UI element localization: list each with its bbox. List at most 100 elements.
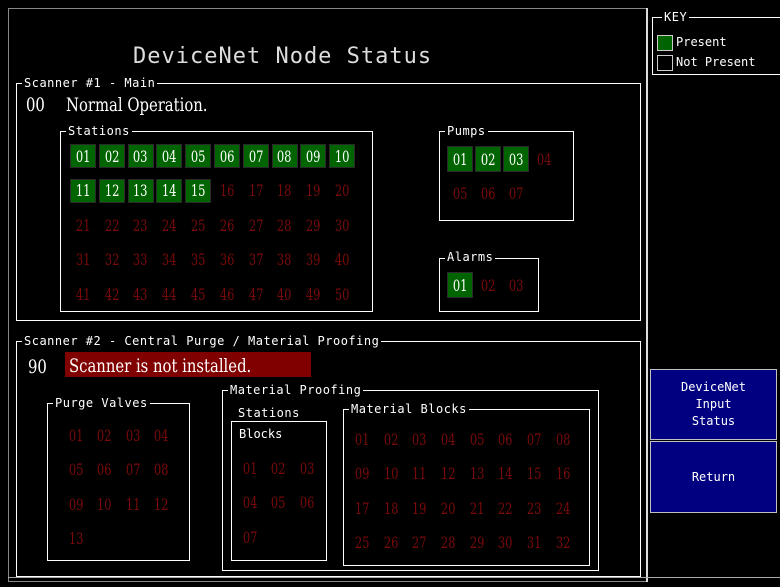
station-node-absent: 43 [133, 284, 148, 304]
purge-valve-node-absent: 01 [68, 425, 84, 445]
material-block-node-absent: 11 [412, 464, 427, 483]
stations-blocks-label-line1: Stations [236, 406, 302, 420]
station-node-present: 01 [70, 144, 96, 168]
station-node-absent: 44 [162, 284, 177, 304]
purge-valve-node-absent: 10 [97, 494, 112, 514]
scanner1-code: 00 [26, 94, 45, 116]
scanner2-code: 90 [28, 356, 47, 378]
return-label: Return [691, 469, 736, 484]
pump-node-present: 03 [503, 146, 529, 172]
station-node-absent: 46 [219, 284, 235, 304]
screen-right-divider [646, 8, 648, 582]
material-block-node-absent: 10 [383, 464, 399, 483]
material-block-node-absent: 05 [469, 429, 485, 449]
purge-valve-node-absent: 07 [125, 460, 141, 479]
alarm-node-absent: 03 [508, 275, 524, 295]
return-button[interactable]: Return [650, 441, 777, 513]
scanner2-label: Scanner #2 - Central Purge / Material Pr… [22, 334, 382, 348]
station-node-absent: 27 [248, 215, 264, 235]
input-status-line2: Input [695, 397, 732, 411]
station-node-absent: 32 [104, 250, 120, 269]
material-block-node-absent: 12 [440, 464, 456, 483]
station-node-absent: 38 [277, 250, 292, 269]
pump-node-absent: 07 [508, 183, 524, 203]
material-block-node-absent: 13 [469, 464, 485, 483]
station-node-absent: 35 [190, 250, 206, 269]
station-node-absent: 37 [248, 250, 264, 269]
purge-valve-node-absent: 12 [154, 494, 169, 514]
material-block-node-absent: 02 [383, 429, 399, 449]
alarm-node-present: 01 [447, 272, 473, 298]
pump-node-present: 02 [475, 146, 501, 172]
station-node-absent: 50 [334, 284, 350, 304]
key-label: KEY [662, 10, 690, 24]
material-block-node-absent: 20 [440, 498, 456, 518]
station-node-present: 02 [98, 144, 125, 168]
stations-block-node-absent: 06 [299, 493, 315, 512]
station-node-absent: 23 [133, 215, 148, 235]
material-block-node-absent: 19 [412, 498, 427, 518]
purge-valve-node-absent: 13 [68, 529, 84, 548]
material-proofing-label: Material Proofing [228, 383, 364, 397]
station-node-absent: 21 [75, 215, 91, 235]
material-block-node-absent: 01 [354, 429, 370, 449]
material-block-node-absent: 23 [526, 498, 542, 518]
screen-bottom-line [8, 577, 780, 578]
material-block-node-absent: 28 [440, 533, 456, 552]
station-node-absent: 17 [248, 181, 264, 200]
station-node-absent: 18 [277, 181, 292, 200]
material-block-node-absent: 27 [412, 533, 427, 552]
station-node-present: 12 [98, 178, 125, 203]
station-node-absent: 25 [190, 215, 206, 235]
station-node-absent: 45 [190, 284, 206, 304]
material-block-node-absent: 09 [354, 464, 370, 483]
station-node-absent: 20 [334, 181, 350, 200]
station-node-absent: 31 [75, 250, 91, 269]
purge-valve-node-absent: 02 [97, 425, 112, 445]
stations-blocks-label-line2: Blocks [239, 427, 283, 441]
stations-block-node-absent: 01 [242, 458, 258, 478]
material-block-node-absent: 25 [354, 533, 370, 552]
material-block-node-absent: 04 [440, 429, 456, 449]
alarms-label: Alarms [445, 250, 496, 264]
station-node-present: 06 [214, 144, 240, 168]
station-node-present: 14 [156, 178, 183, 203]
pumps-label: Pumps [445, 124, 488, 138]
stations-block-node-absent: 05 [271, 493, 286, 512]
devicenet-input-status-button[interactable]: DeviceNet Input Status [650, 369, 777, 440]
material-block-node-absent: 08 [555, 429, 571, 449]
material-block-node-absent: 16 [555, 464, 571, 483]
material-block-node-absent: 26 [383, 533, 399, 552]
station-node-present: 05 [185, 144, 212, 168]
station-node-absent: 19 [306, 181, 321, 200]
material-block-node-absent: 18 [383, 498, 399, 518]
stations-block-node-absent: 07 [242, 527, 258, 547]
station-node-present: 07 [242, 144, 269, 168]
station-node-absent: 30 [334, 215, 350, 235]
pump-node-present: 01 [447, 146, 473, 172]
key-not-present-swatch [657, 55, 673, 71]
station-node-absent: 49 [306, 284, 321, 304]
purge-valve-node-absent: 03 [125, 425, 141, 445]
station-node-absent: 34 [162, 250, 177, 269]
alarm-node-absent: 02 [480, 275, 496, 295]
purge-valves-label: Purge Valves [53, 396, 150, 410]
material-blocks-label: Material Blocks [349, 402, 469, 416]
material-block-node-absent: 07 [526, 429, 542, 449]
stations-block-node-absent: 03 [299, 458, 315, 478]
material-block-node-absent: 22 [498, 498, 513, 518]
pump-node-absent: 04 [536, 149, 552, 169]
station-node-absent: 24 [162, 215, 177, 235]
station-node-absent: 28 [277, 215, 292, 235]
key-present-swatch [657, 35, 673, 51]
page-title: DeviceNet Node Status [133, 44, 433, 69]
station-node-present: 15 [185, 178, 212, 203]
station-node-absent: 16 [219, 181, 235, 200]
input-status-line1: DeviceNet [680, 380, 747, 394]
station-node-absent: 42 [104, 284, 120, 304]
station-node-present: 10 [329, 144, 356, 168]
station-node-absent: 33 [133, 250, 148, 269]
station-node-absent: 47 [248, 284, 264, 304]
station-node-absent: 40 [277, 284, 292, 304]
station-node-present: 09 [300, 144, 327, 168]
